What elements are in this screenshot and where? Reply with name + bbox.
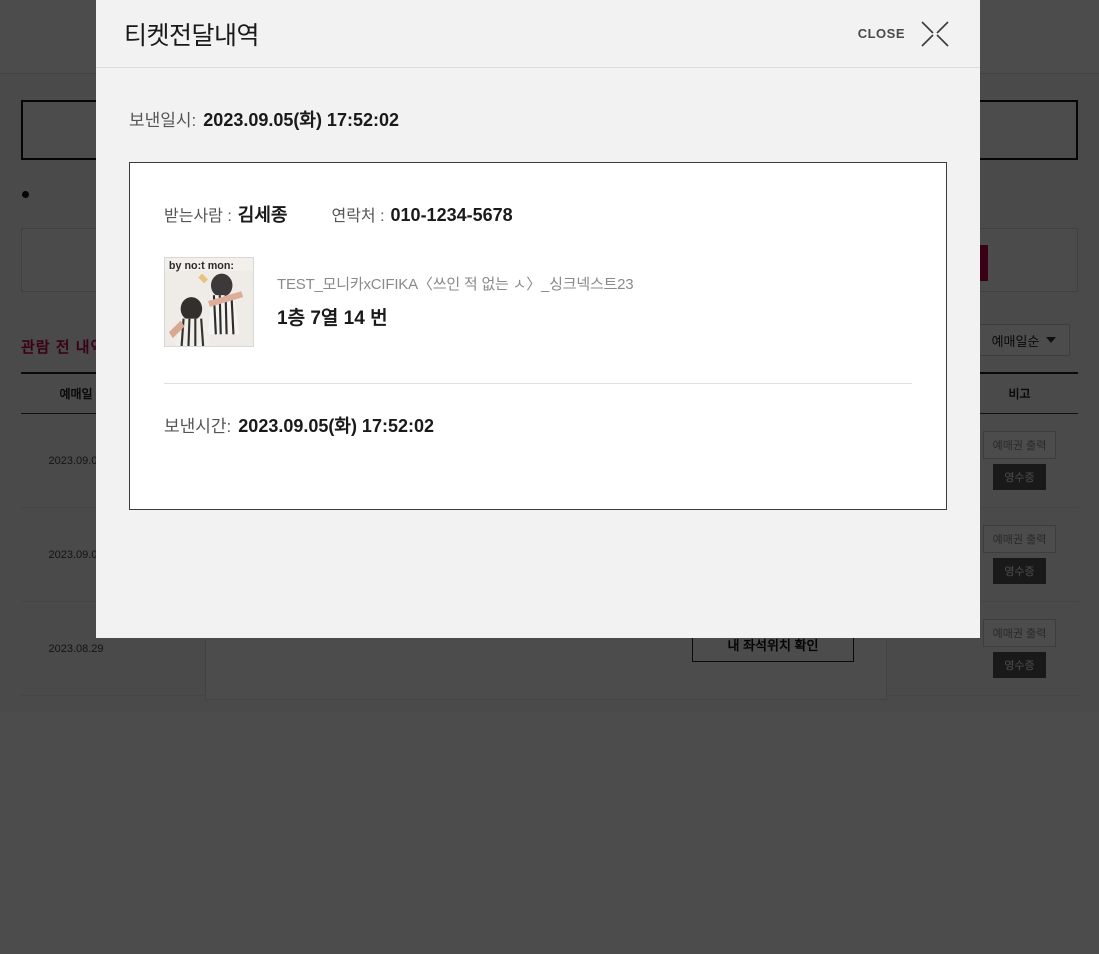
contact-value: 010-1234-5678 <box>390 205 513 225</box>
sent-datetime-row: 보낸일시: 2023.09.05(화) 17:52:02 <box>129 106 947 132</box>
recipient-value: 김세종 <box>237 205 288 225</box>
close-button-label: CLOSE <box>857 26 905 41</box>
seat-location: 1층 7열 14 번 <box>277 308 388 329</box>
sent-datetime-label: 보낸일시: <box>129 111 197 130</box>
sent-time-label: 보낸시간: <box>164 417 232 436</box>
performance-name: TEST_모니카xCIFIKA〈쓰인 적 없는 ㅅ〉_싱크넥스트23 <box>277 276 634 293</box>
ticket-transfer-history-modal: 티켓전달내역 CLOSE 보낸일시: 2023.09.05(화) 17:52:0… <box>96 0 980 638</box>
sent-time-value: 2023.09.05(화) 17:52:02 <box>238 416 434 436</box>
modal-body: 보낸일시: 2023.09.05(화) 17:52:02 받는사람 : 김세종 … <box>96 68 980 638</box>
performance-poster-thumbnail: by no:t mon: <box>164 257 254 347</box>
ticket-row: by no:t mon: TEST_모니카xCIFIKA〈쓰인 적 없는 ㅅ〉_… <box>164 257 912 347</box>
contact-label: 연락처 : <box>331 208 385 225</box>
recipient-row: 받는사람 : 김세종 연락처 : 010-1234-5678 <box>164 201 912 227</box>
svg-text:by no:t mon:: by no:t mon: <box>169 260 234 272</box>
contact-field: 연락처 : 010-1234-5678 <box>331 202 512 226</box>
ticket-info: TEST_모니카xCIFIKA〈쓰인 적 없는 ㅅ〉_싱크넥스트23 1층 7열… <box>277 257 634 330</box>
recipient-field: 받는사람 : 김세종 <box>164 201 287 227</box>
modal-header: 티켓전달내역 CLOSE <box>96 0 980 68</box>
card-divider <box>164 383 912 384</box>
ticket-detail-card: 받는사람 : 김세종 연락처 : 010-1234-5678 by no:t m… <box>129 162 947 510</box>
sent-time-row: 보낸시간: 2023.09.05(화) 17:52:02 <box>164 412 912 438</box>
close-x-icon <box>921 20 949 47</box>
sent-datetime-value: 2023.09.05(화) 17:52:02 <box>203 110 399 130</box>
modal-title: 티켓전달내역 <box>124 21 260 50</box>
recipient-label: 받는사람 : <box>164 208 232 225</box>
close-button[interactable]: CLOSE <box>858 17 952 51</box>
